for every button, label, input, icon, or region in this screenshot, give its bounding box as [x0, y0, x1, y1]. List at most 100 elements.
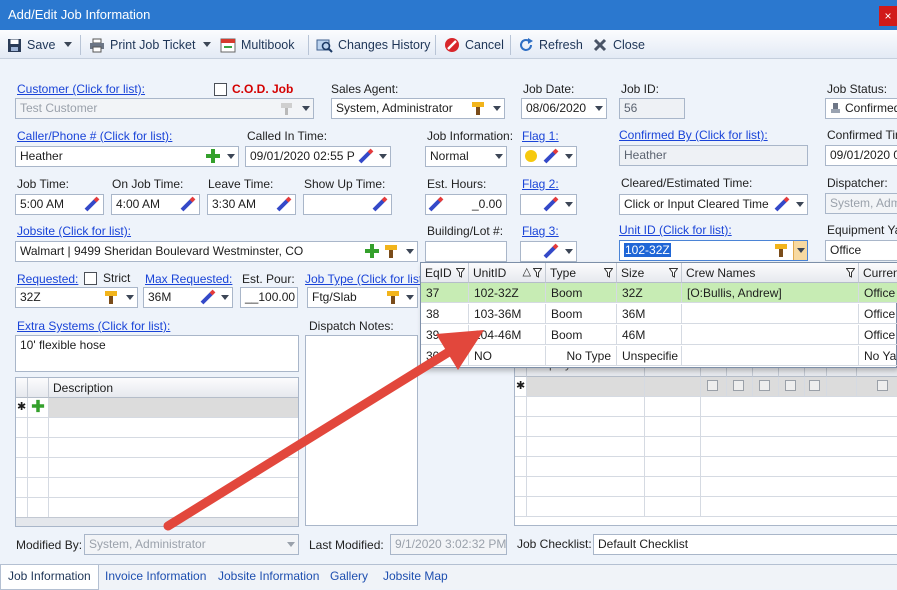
popup-cell-type[interactable]: Boom [546, 304, 617, 324]
building-lot-field[interactable] [425, 241, 507, 262]
tab-jobsite-map[interactable]: Jobsite Map [383, 569, 448, 583]
popup-cell-current[interactable]: Office [859, 325, 897, 345]
est-pour-field[interactable]: __100.00 [240, 287, 298, 308]
chevron-down-icon[interactable] [123, 288, 137, 307]
jobsite-field[interactable]: Walmart | 9499 Sheridan Boulevard Westmi… [15, 241, 418, 262]
popup-cell-current[interactable]: Office [859, 304, 897, 324]
tab-jobsite-information[interactable]: Jobsite Information [218, 569, 319, 583]
customer-link[interactable]: Customer (Click for list): [17, 82, 145, 96]
chevron-down-icon[interactable] [592, 99, 606, 118]
pencil-eraser-icon[interactable] [372, 196, 388, 212]
tab-invoice-information[interactable]: Invoice Information [105, 569, 206, 583]
drill-lookup-icon[interactable] [471, 100, 487, 116]
flag2-link[interactable]: Flag 2: [522, 177, 559, 191]
popup-cell-eqid[interactable]: 39 [421, 325, 469, 345]
extra-systems-link[interactable]: Extra Systems (Click for list): [17, 319, 170, 333]
jobsite-link[interactable]: Jobsite (Click for list): [17, 224, 131, 238]
eqid-column-header[interactable]: EqID [421, 263, 469, 283]
popup-cell-unitid[interactable]: 102-32Z [469, 283, 546, 303]
cancel-button[interactable]: Cancel [444, 36, 504, 54]
filter-icon[interactable] [846, 268, 855, 278]
pencil-eraser-icon[interactable] [200, 289, 216, 305]
crew-names-column-header[interactable]: Crew Names [682, 263, 859, 283]
popup-cell-size[interactable]: 36M [617, 304, 682, 324]
popup-cell-size[interactable]: 46M [617, 325, 682, 345]
chevron-down-icon[interactable] [403, 288, 417, 307]
checkbox-cell[interactable] [701, 377, 727, 397]
close-window-button[interactable]: × [879, 6, 897, 26]
job-information-field[interactable]: Normal [425, 146, 507, 167]
chevron-down-icon[interactable] [224, 147, 238, 166]
pencil-eraser-icon[interactable] [428, 196, 444, 212]
add-row-plus-icon[interactable] [28, 398, 49, 418]
type-column-header[interactable]: Type [546, 263, 617, 283]
dispatch-notes-field[interactable] [305, 335, 418, 526]
chevron-down-icon[interactable] [376, 147, 390, 166]
add-caller-plus-icon[interactable] [205, 148, 221, 164]
popup-cell-size[interactable]: 32Z [617, 283, 682, 303]
tab-job-information[interactable]: Job Information [0, 565, 99, 590]
filter-icon[interactable] [456, 268, 465, 278]
checkbox-cell[interactable] [779, 377, 805, 397]
filter-icon[interactable] [669, 268, 678, 278]
popup-cell-crew[interactable] [682, 325, 859, 345]
chevron-down-icon[interactable] [218, 288, 232, 307]
popup-cell-crew[interactable]: [O:Bullis, Andrew] [682, 283, 859, 303]
checkbox-cell[interactable] [857, 377, 897, 397]
pencil-eraser-icon[interactable] [358, 148, 374, 164]
close-button[interactable]: Close [592, 36, 645, 54]
print-dropdown-chevron-icon[interactable] [203, 42, 211, 47]
flag3-link[interactable]: Flag 3: [522, 224, 559, 238]
popup-cell-current[interactable]: Office [859, 283, 897, 303]
extra-systems-field[interactable]: 10' flexible hose [15, 335, 299, 372]
pencil-eraser-icon[interactable] [543, 148, 559, 164]
new-description-cell[interactable] [49, 398, 298, 418]
popup-cell-unitid[interactable]: 103-36M [469, 304, 546, 324]
chevron-down-icon[interactable] [492, 147, 506, 166]
requested-link[interactable]: Requested: [17, 272, 78, 286]
popup-cell-current[interactable]: No Yar [859, 346, 897, 366]
popup-cell-crew[interactable] [682, 346, 859, 366]
current-column-header[interactable]: Current [859, 263, 897, 283]
strict-checkbox[interactable] [84, 272, 97, 285]
drill-lookup-icon[interactable] [104, 289, 120, 305]
popup-cell-size[interactable]: Unspecifie [617, 346, 682, 366]
filter-icon[interactable] [533, 268, 542, 278]
print-job-ticket-button[interactable]: Print Job Ticket [89, 36, 195, 54]
popup-cell-eqid[interactable]: 30 [421, 346, 469, 366]
checkbox-cell[interactable] [727, 377, 753, 397]
new-role-cell[interactable] [645, 377, 701, 397]
job-checklist-field[interactable]: Default Checklist [593, 534, 897, 555]
chevron-down-icon[interactable] [403, 242, 417, 261]
drill-lookup-icon[interactable] [386, 289, 402, 305]
pencil-eraser-icon[interactable] [543, 243, 559, 259]
refresh-button[interactable]: Refresh [518, 36, 583, 54]
popup-cell-unitid[interactable]: 104-46M [469, 325, 546, 345]
chevron-down-icon[interactable] [793, 195, 807, 214]
pencil-eraser-icon[interactable] [543, 196, 559, 212]
size-column-header[interactable]: Size [617, 263, 682, 283]
chevron-down-icon[interactable] [562, 147, 576, 166]
caller-link[interactable]: Caller/Phone # (Click for list): [17, 129, 172, 143]
chevron-down-icon[interactable] [562, 195, 576, 214]
chevron-down-icon[interactable] [793, 241, 807, 260]
customer-lookup-icon[interactable] [280, 100, 296, 116]
confirmed-time-field[interactable]: 09/01/2020 02 [825, 145, 897, 166]
pencil-eraser-icon[interactable] [276, 196, 292, 212]
max-requested-field[interactable]: 36M [143, 287, 233, 308]
tab-gallery[interactable]: Gallery [330, 569, 368, 583]
save-dropdown-chevron-icon[interactable] [64, 42, 72, 47]
pencil-eraser-icon[interactable] [84, 196, 100, 212]
max-requested-link[interactable]: Max Requested: [145, 272, 232, 286]
pencil-eraser-icon[interactable] [180, 196, 196, 212]
checkbox-cell[interactable] [805, 377, 827, 397]
checkbox-cell[interactable] [753, 377, 779, 397]
description-column-header[interactable]: Description [49, 378, 298, 398]
unit-id-link[interactable]: Unit ID (Click for list): [619, 223, 732, 237]
popup-cell-type[interactable]: No Type [546, 346, 617, 366]
popup-cell-eqid[interactable]: 38 [421, 304, 469, 324]
horizontal-scrollbar[interactable] [16, 517, 298, 526]
multibook-button[interactable]: Multibook [220, 36, 295, 54]
equipment-yard-field[interactable]: Office [825, 240, 897, 261]
drill-lookup-icon[interactable] [384, 243, 400, 259]
